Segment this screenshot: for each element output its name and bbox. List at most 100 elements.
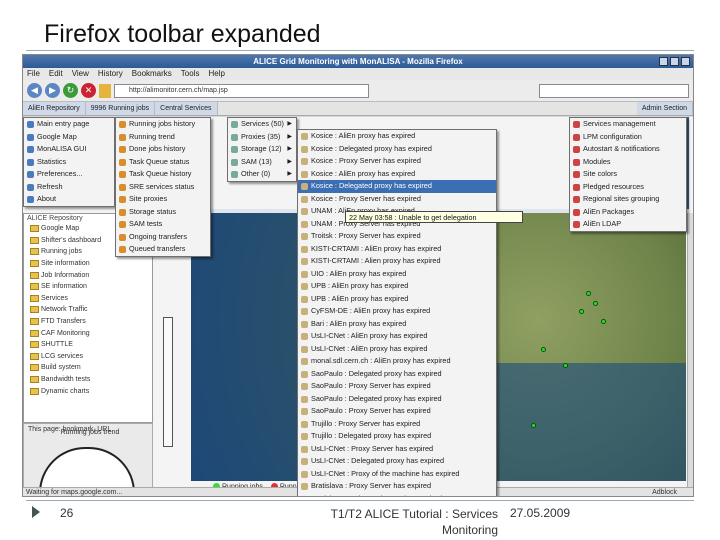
menu-proxies-item[interactable]: Kosice : AliEn proxy has expired	[298, 168, 496, 181]
toolbar-repository[interactable]: AliEn Repository	[23, 102, 86, 115]
menu-proxies-item[interactable]: SaoPaulo : Delegated proxy has expired	[298, 368, 496, 381]
menu-proxies-item[interactable]: CyFSM-DE : AliEn proxy has expired	[298, 305, 496, 318]
tree-item[interactable]: SHUTTLE	[24, 339, 152, 351]
menu-proxies-item[interactable]: Kosice : Delegated proxy has expired	[298, 143, 496, 156]
menu-admin-item[interactable]: AliEn LDAP	[570, 218, 686, 231]
menu-services-item[interactable]: SAM (13) ▶	[228, 156, 296, 169]
vertical-scrollbar[interactable]	[687, 213, 693, 487]
menu-services-item[interactable]: Other (0) ▶	[228, 168, 296, 181]
site-marker[interactable]	[586, 291, 591, 296]
menu-view[interactable]: View	[72, 68, 89, 80]
tree-item[interactable]: Network Traffic	[24, 304, 152, 316]
tree-item[interactable]: Services	[24, 293, 152, 305]
menu-jobs-item[interactable]: Task Queue history	[116, 168, 210, 181]
tree-item[interactable]: Job Information	[24, 269, 152, 281]
maximize-icon[interactable]	[670, 57, 679, 66]
url-bar[interactable]: http://alimonitor.cern.ch/map.jsp	[114, 83, 369, 98]
tree-item[interactable]: CAF Monitoring	[24, 327, 152, 339]
menu-tools[interactable]: Tools	[181, 68, 200, 80]
menu-repository-item[interactable]: About	[24, 193, 114, 206]
home-icon[interactable]	[99, 83, 111, 98]
menu-jobs-item[interactable]: Running trend	[116, 131, 210, 144]
reload-icon[interactable]: ↻	[63, 83, 78, 98]
menu-services-item[interactable]: Storage (12) ▶	[228, 143, 296, 156]
menu-proxies-item[interactable]: Troitsk : Proxy Server has expired	[298, 230, 496, 243]
menu-admin-item[interactable]: Pledged resources	[570, 181, 686, 194]
tree-item[interactable]: FTD Transfers	[24, 316, 152, 328]
menu-proxies-item[interactable]: Trujillo : Delegated proxy has expired	[298, 430, 496, 443]
menu-proxies-item[interactable]: UsLI-CNet : AliEn proxy has expired	[298, 343, 496, 356]
tree-item[interactable]: SE information	[24, 281, 152, 293]
menu-admin-item[interactable]: Regional sites grouping	[570, 193, 686, 206]
map-zoom-slider[interactable]	[163, 317, 173, 447]
menu-proxies-item[interactable]: KISTI-CRTAMI : Alien proxy has expired	[298, 255, 496, 268]
menu-repository-item[interactable]: MonALISA GUI	[24, 143, 114, 156]
menu-jobs-item[interactable]: Done jobs history	[116, 143, 210, 156]
site-marker[interactable]	[541, 347, 546, 352]
menu-proxies-item[interactable]: UsLI-CNet : AliEn proxy has expired	[298, 330, 496, 343]
menu-proxies-item[interactable]: Bratislava : Proxy Server has expired	[298, 480, 496, 493]
menu-proxies-item[interactable]: SaoPaulo : Delegated proxy has expired	[298, 393, 496, 406]
site-marker[interactable]	[563, 363, 568, 368]
stop-icon[interactable]: ✕	[81, 83, 96, 98]
menu-admin-item[interactable]: Site colors	[570, 168, 686, 181]
tree-item[interactable]: Bandwidth tests	[24, 374, 152, 386]
menu-edit[interactable]: Edit	[49, 68, 63, 80]
tree-item[interactable]: Build system	[24, 362, 152, 374]
menu-jobs-item[interactable]: Site proxies	[116, 193, 210, 206]
menu-proxies-item[interactable]: Bari : AliEn proxy has expired	[298, 318, 496, 331]
menu-proxies-item[interactable]: UsLI-CNet : Proxy Server has expired	[298, 443, 496, 456]
menu-history[interactable]: History	[98, 68, 123, 80]
menu-admin-item[interactable]: LPM configuration	[570, 131, 686, 144]
menu-file[interactable]: File	[27, 68, 40, 80]
menu-proxies-item[interactable]: SaoPaulo : Proxy Server has expired	[298, 405, 496, 418]
menu-proxies-item[interactable]: UsLI-CNet : Proxy of the machine has exp…	[298, 468, 496, 481]
toolbar-admin-section[interactable]: Admin Section	[636, 102, 693, 115]
menu-bookmarks[interactable]: Bookmarks	[132, 68, 172, 80]
back-icon[interactable]: ◀	[27, 83, 42, 98]
menu-repository-item[interactable]: Refresh	[24, 181, 114, 194]
menu-proxies-item[interactable]: UPB : AliEn proxy has expired	[298, 280, 496, 293]
menu-jobs-item[interactable]: Ongoing transfers	[116, 231, 210, 244]
menu-services-item[interactable]: Services (50) ▶	[228, 118, 296, 131]
menu-proxies-item[interactable]: UsLI-CNet : Delegated proxy has expired	[298, 455, 496, 468]
tree-item[interactable]: Dynamic charts	[24, 385, 152, 397]
menu-proxies-item[interactable]: Kosice : AliEn proxy has expired	[298, 130, 496, 143]
toolbar-central-services[interactable]: Central Services	[155, 102, 218, 115]
menu-proxies-item[interactable]: Kosice : Proxy Server has expired	[298, 193, 496, 206]
menu-jobs-item[interactable]: SAM tests	[116, 218, 210, 231]
search-input[interactable]	[539, 83, 689, 98]
tree-item[interactable]: Site information	[24, 258, 152, 270]
menu-jobs-item[interactable]: Queued transfers	[116, 243, 210, 256]
menu-help[interactable]: Help	[208, 68, 224, 80]
menu-proxies-item[interactable]: UIO : AliEn proxy has expired	[298, 268, 496, 281]
menu-jobs-item[interactable]: Storage status	[116, 206, 210, 219]
menu-jobs-item[interactable]: SRE services status	[116, 181, 210, 194]
menu-repository-item[interactable]: Google Map	[24, 131, 114, 144]
menu-admin-item[interactable]: Modules	[570, 156, 686, 169]
menu-services-item[interactable]: Proxies (35) ▶	[228, 131, 296, 144]
site-marker[interactable]	[601, 319, 606, 324]
menu-repository-item[interactable]: Preferences...	[24, 168, 114, 181]
close-icon[interactable]	[681, 57, 690, 66]
menu-proxies-item[interactable]: monal.sdl.cern.ch : AliEn proxy has expi…	[298, 355, 496, 368]
forward-icon[interactable]: ▶	[45, 83, 60, 98]
menu-proxies-item[interactable]: Bratislava : Delegated proxy has expired	[298, 493, 496, 496]
menu-proxies-item[interactable]: Trujillo : Proxy Server has expired	[298, 418, 496, 431]
minimize-icon[interactable]	[659, 57, 668, 66]
menu-proxies-item[interactable]: KISTI-CRTAMI : AliEn proxy has expired	[298, 243, 496, 256]
site-marker[interactable]	[579, 309, 584, 314]
menu-proxies-item[interactable]: Kosice : Proxy Server has expired	[298, 155, 496, 168]
site-marker[interactable]	[593, 301, 598, 306]
menu-repository-item[interactable]: Statistics	[24, 156, 114, 169]
menu-admin-item[interactable]: Autostart & notifications	[570, 143, 686, 156]
menu-repository-item[interactable]: Main entry page	[24, 118, 114, 131]
menu-jobs-item[interactable]: Running jobs history	[116, 118, 210, 131]
menu-proxies-item[interactable]: Kosice : Delegated proxy has expired	[298, 180, 496, 193]
tree-item[interactable]: LCG services	[24, 351, 152, 363]
menu-admin-item[interactable]: Services management	[570, 118, 686, 131]
toolbar-running-jobs[interactable]: 9996 Running jobs	[85, 102, 156, 115]
site-marker[interactable]	[531, 423, 536, 428]
menu-admin-item[interactable]: AliEn Packages	[570, 206, 686, 219]
menu-proxies-item[interactable]: SaoPaulo : Proxy Server has expired	[298, 380, 496, 393]
